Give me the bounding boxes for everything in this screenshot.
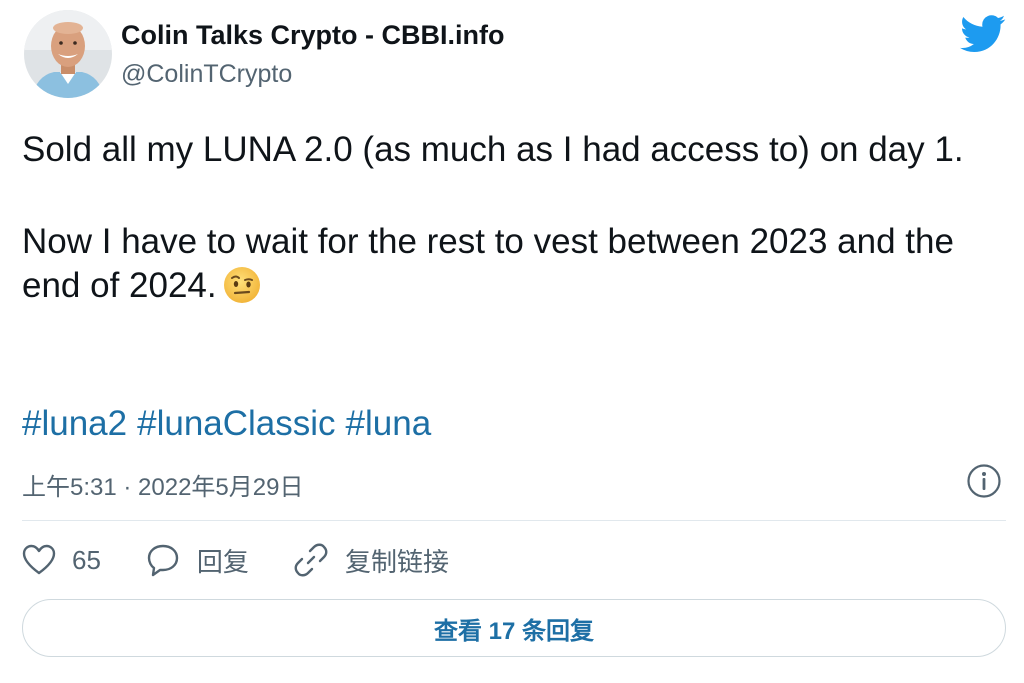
twitter-bird-icon[interactable] — [960, 14, 1006, 54]
info-icon[interactable] — [966, 463, 1002, 499]
copy-link-button[interactable]: 复制链接 — [293, 542, 449, 579]
divider — [22, 520, 1006, 521]
action-bar: 65 回复 复制链接 — [22, 540, 493, 580]
tweet-timestamp[interactable]: 上午5:31 · 2022年5月29日 — [22, 467, 303, 502]
link-icon — [294, 543, 328, 577]
tweet-text: Sold all my LUNA 2.0 (as much as I had a… — [22, 128, 1002, 308]
face-with-raised-eyebrow-emoji — [223, 266, 261, 304]
like-button[interactable]: 65 — [22, 544, 101, 576]
author-handle[interactable]: @ColinTCrypto — [121, 60, 292, 89]
heart-icon — [22, 544, 56, 575]
tweet-paragraph-2-text: Now I have to wait for the rest to vest … — [22, 222, 954, 305]
reply-label: 回复 — [196, 546, 249, 577]
view-replies-button[interactable]: 查看 17 条回复 — [22, 599, 1006, 657]
avatar[interactable] — [24, 10, 112, 98]
copy-link-label: 复制链接 — [344, 546, 449, 577]
hashtag-luna2[interactable]: #luna2 — [22, 404, 127, 443]
hashtag-lunaclassic[interactable]: #lunaClassic — [137, 404, 335, 443]
author-display-name[interactable]: Colin Talks Crypto - CBBI.info — [121, 20, 505, 51]
tweet-card: Colin Talks Crypto - CBBI.info @ColinTCr… — [0, 0, 1024, 683]
reply-bubble-icon — [147, 544, 179, 577]
tweet-paragraph-1: Sold all my LUNA 2.0 (as much as I had a… — [22, 130, 964, 169]
view-replies-label: 查看 17 条回复 — [433, 617, 595, 645]
like-count: 65 — [72, 544, 101, 575]
tweet-paragraph-2: Now I have to wait for the rest to vest … — [22, 220, 1002, 308]
reply-button[interactable]: 回复 — [145, 542, 249, 579]
hashtag-luna[interactable]: #luna — [346, 404, 432, 443]
hashtags: #luna2 #lunaClassic #luna — [22, 404, 441, 444]
